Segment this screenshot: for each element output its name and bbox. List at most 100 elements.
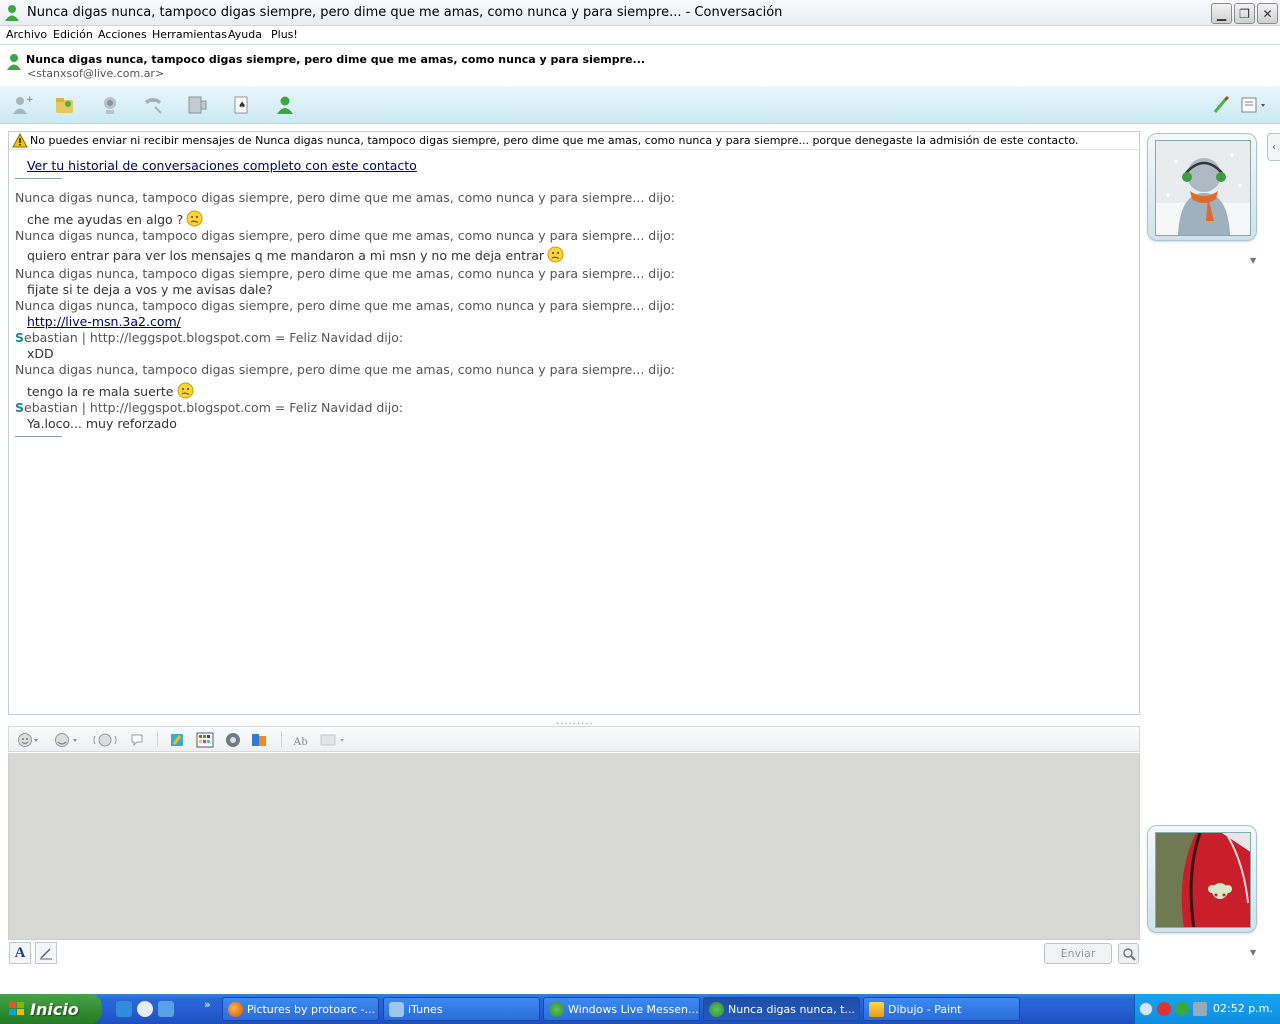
- menu-ayuda[interactable]: Ayuda: [228, 28, 262, 41]
- close-button[interactable]: ✕: [1257, 3, 1278, 24]
- call-icon: [145, 98, 162, 114]
- webcam-button[interactable]: [97, 92, 123, 118]
- taskbar-item-messenger[interactable]: Windows Live Messen...: [543, 997, 700, 1021]
- sounds-button[interactable]: [224, 731, 242, 749]
- taskbar-item-paint[interactable]: Dibujo - Paint: [863, 997, 1020, 1021]
- window-title: Nunca digas nunca, tampoco digas siempre…: [27, 5, 783, 20]
- title-bar: Nunca digas nunca, tampoco digas siempre…: [0, 0, 1280, 26]
- sender-text: Nunca digas nunca, tampoco digas siempre…: [15, 362, 676, 377]
- nudge-icon: [93, 733, 117, 747]
- handwriting-mode-button[interactable]: [35, 942, 57, 964]
- message-body: tengo la re mala suerte: [27, 384, 174, 399]
- own-avatar: [1155, 832, 1251, 928]
- wink-button[interactable]: [54, 731, 80, 749]
- svg-text:+: +: [26, 95, 34, 105]
- more-button[interactable]: [319, 731, 349, 749]
- handwriting-button[interactable]: [169, 731, 187, 749]
- contact-email: <stanxsof@live.com.ar>: [27, 67, 165, 80]
- show-desktop-icon[interactable]: [158, 1001, 174, 1017]
- menu-edicion[interactable]: Edición: [53, 28, 93, 41]
- invite-contact-button[interactable]: +: [9, 92, 35, 118]
- ie-icon[interactable]: [116, 1001, 132, 1017]
- sender-initial: S: [15, 330, 25, 345]
- taskbar-item-conversation[interactable]: Nunca digas nunca, t...: [703, 997, 860, 1021]
- warning-icon: [12, 133, 28, 148]
- tray-antivirus-icon[interactable]: [1157, 1002, 1171, 1016]
- call-button[interactable]: [140, 92, 166, 118]
- send-files-button[interactable]: [52, 92, 78, 118]
- tray-messenger-icon[interactable]: [1175, 1002, 1189, 1016]
- message-text: Ya.loco... muy reforzado: [27, 416, 177, 431]
- contact-display-picture[interactable]: [1147, 133, 1257, 241]
- system-tray: 02:52 p.m.: [1134, 994, 1280, 1024]
- menu-herramientas[interactable]: Herramientas: [152, 28, 227, 41]
- menu-acciones[interactable]: Acciones: [98, 28, 147, 41]
- quicklaunch-more-icon[interactable]: »: [204, 998, 211, 1011]
- message-text: xDD: [27, 346, 54, 361]
- sender-text: ebastian | http://leggspot.blogspot.com …: [24, 330, 404, 345]
- contact-card-button[interactable]: [272, 92, 298, 118]
- taskbar-item-firefox[interactable]: Pictures by protoarc -...: [222, 997, 379, 1021]
- svg-text:♠: ♠: [238, 101, 246, 111]
- toolbar-divider: [281, 731, 282, 747]
- backgrounds-icon: [196, 732, 214, 748]
- conversation-toolbar: + ♠: [0, 86, 1280, 124]
- send-button[interactable]: Enviar: [1044, 943, 1112, 964]
- tray-network-icon[interactable]: [1193, 1002, 1207, 1016]
- message-link[interactable]: http://live-msn.3a2.com/: [27, 314, 181, 329]
- confused-emoticon-icon: [547, 246, 564, 263]
- conversation-history[interactable]: No puedes enviar ni recibir mensajes de …: [8, 131, 1140, 715]
- options-menu-button[interactable]: [1238, 92, 1270, 118]
- media-player-icon[interactable]: [137, 1001, 153, 1017]
- svg-text:Ab: Ab: [293, 734, 308, 748]
- history-link[interactable]: Ver tu historial de conversaciones compl…: [27, 158, 417, 173]
- menu-bar: Archivo Edición Acciones Herramientas Ay…: [0, 26, 1280, 45]
- chevron-down-icon[interactable]: ▼: [1250, 948, 1256, 957]
- contact-status-icon: [277, 96, 293, 114]
- wink-icon: [55, 733, 77, 747]
- emoticon-button[interactable]: [17, 731, 41, 749]
- maximize-button[interactable]: ❐: [1234, 3, 1255, 24]
- backgrounds-button[interactable]: [196, 731, 214, 749]
- separator-top: [15, 178, 62, 179]
- sounds-icon: [226, 733, 240, 747]
- chevron-down-icon[interactable]: ▼: [1250, 256, 1256, 265]
- message-input[interactable]: [8, 753, 1140, 940]
- games-button[interactable]: ♠: [229, 92, 255, 118]
- voice-clip-icon: [131, 734, 143, 747]
- tray-expand-icon[interactable]: [1139, 1002, 1153, 1016]
- collapse-panel-button[interactable]: ‹: [1267, 133, 1280, 161]
- message-sender: Nunca digas nunca, tampoco digas siempre…: [15, 228, 675, 243]
- taskbar-item-itunes[interactable]: iTunes: [383, 997, 540, 1021]
- message-text: tengo la re mala suerte: [27, 382, 194, 399]
- games-icon: ♠: [234, 96, 248, 114]
- video-button[interactable]: [184, 92, 210, 118]
- video-icon: [188, 96, 207, 114]
- message-text: quiero entrar para ver los mensajes q me…: [27, 246, 564, 263]
- search-button[interactable]: [1118, 943, 1139, 964]
- start-button[interactable]: Inicio: [0, 994, 102, 1024]
- font-button[interactable]: A: [9, 942, 31, 964]
- menu-plus[interactable]: Plus!: [271, 28, 298, 41]
- message-sender: Nunca digas nunca, tampoco digas siempre…: [15, 362, 675, 377]
- compose-footer: A Enviar: [0, 940, 1280, 968]
- more-icon: [320, 734, 344, 746]
- menu-archivo[interactable]: Archivo: [6, 28, 47, 41]
- clock: 02:52 p.m.: [1213, 1002, 1273, 1015]
- plus-button[interactable]: [250, 731, 268, 749]
- font-icon: A: [14, 944, 26, 961]
- sender-text: Nunca digas nunca, tampoco digas siempre…: [15, 228, 676, 243]
- message-text: fijate si te deja a vos y me avisas dale…: [27, 282, 273, 297]
- own-display-picture[interactable]: [1147, 825, 1257, 933]
- sender-text: Nunca digas nunca, tampoco digas siempre…: [15, 190, 676, 205]
- voice-clip-button[interactable]: [129, 731, 147, 749]
- message-sender: Nunca digas nunca, tampoco digas siempre…: [15, 190, 675, 205]
- taskbar: Inicio » Pictures by protoarc -... iTune…: [0, 994, 1280, 1024]
- paint-brush-button[interactable]: [1208, 92, 1234, 118]
- messenger-icon: [5, 5, 19, 21]
- minimize-button[interactable]: ▁: [1211, 3, 1232, 24]
- nudge-button[interactable]: [92, 731, 118, 749]
- message-body: Ya.loco... muy reforzado: [27, 416, 177, 431]
- pen-icon: [40, 948, 52, 960]
- text-style-button[interactable]: Ab: [291, 731, 311, 749]
